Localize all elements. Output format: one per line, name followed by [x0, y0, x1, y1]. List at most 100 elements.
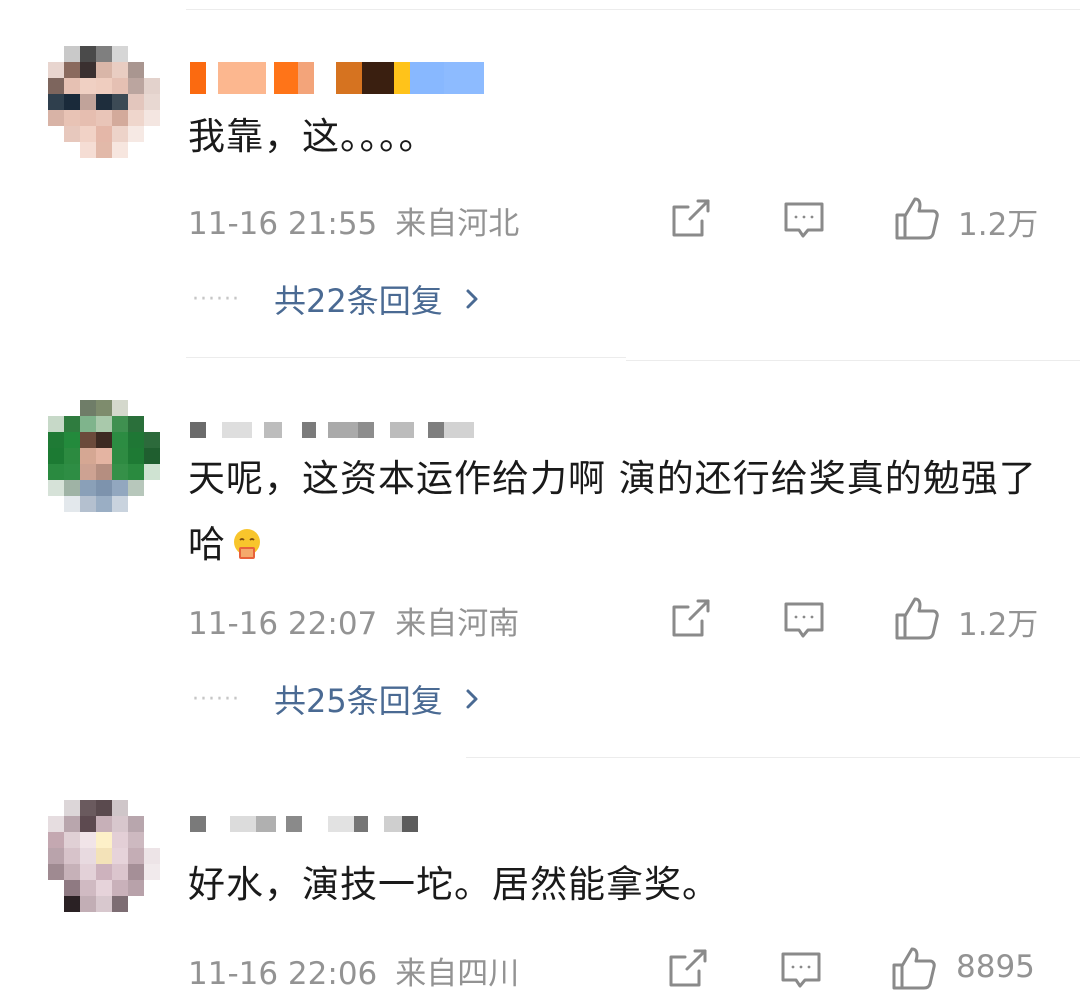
- avatar-pixel: [128, 142, 144, 158]
- avatar-pixel: [80, 864, 96, 880]
- comment-item: 天呢，这资本运作给力啊 演的还行给奖真的勉强了哈 11-16 22:07 来自河南…: [0, 358, 1080, 758]
- avatar-pixel: [144, 432, 160, 448]
- avatar-pixel: [64, 416, 80, 432]
- avatar-pixel: [96, 448, 112, 464]
- comment-text: 天呢，这资本运作给力啊 演的还行给奖真的勉强了哈: [188, 446, 1048, 578]
- avatar-pixel: [64, 832, 80, 848]
- avatar-pixel: [64, 448, 80, 464]
- share-icon[interactable]: [668, 197, 712, 241]
- username-pixel: [274, 62, 298, 94]
- avatar-pixel: [96, 832, 112, 848]
- avatar-pixel: [48, 448, 64, 464]
- username-redacted[interactable]: [190, 414, 474, 446]
- avatar-pixel: [48, 126, 64, 142]
- avatar-pixel: [144, 142, 160, 158]
- avatar-pixel: [80, 416, 96, 432]
- chevron-right-icon[interactable]: [463, 685, 481, 713]
- avatar-pixel: [64, 110, 80, 126]
- like-icon[interactable]: [890, 945, 938, 993]
- comment-meta: 11-16 22:07 来自河南: [188, 598, 519, 643]
- like-icon[interactable]: [893, 195, 941, 243]
- avatar-pixel: [144, 78, 160, 94]
- avatar-pixel: [128, 78, 144, 94]
- avatar-pixel: [144, 816, 160, 832]
- avatar-pixel: [48, 62, 64, 78]
- avatar-pixel: [64, 800, 80, 816]
- avatar-pixel: [112, 496, 128, 512]
- username-pixel: [218, 62, 266, 94]
- avatar-pixel: [64, 464, 80, 480]
- comment-meta: 11-16 22:06 来自四川: [188, 948, 519, 993]
- avatar-pixel: [144, 480, 160, 496]
- avatar-pixel: [144, 46, 160, 62]
- avatar-pixel: [80, 464, 96, 480]
- comment-text: 我靠，这。。。。: [188, 115, 437, 158]
- avatar-pixel: [112, 880, 128, 896]
- avatar-pixel: [96, 46, 112, 62]
- avatar[interactable]: [48, 400, 160, 512]
- reply-count-link[interactable]: 共25条回复: [274, 676, 443, 722]
- avatar-pixel: [80, 480, 96, 496]
- comment-icon[interactable]: [779, 948, 823, 992]
- avatar-pixel: [128, 864, 144, 880]
- share-icon[interactable]: [668, 597, 712, 641]
- username-redacted[interactable]: [190, 808, 418, 840]
- reply-count-link[interactable]: 共22条回复: [274, 276, 443, 322]
- avatar-pixel: [112, 62, 128, 78]
- username-pixel: [362, 62, 394, 94]
- avatar-pixel: [144, 848, 160, 864]
- username-pixel: [410, 62, 444, 94]
- view-replies[interactable]: ······ 共25条回复: [192, 676, 481, 722]
- avatar-pixel: [48, 78, 64, 94]
- avatar-pixel: [64, 896, 80, 912]
- avatar-pixel: [48, 94, 64, 110]
- like-icon[interactable]: [893, 595, 941, 643]
- comment-location: 来自河北: [395, 206, 520, 242]
- comment-location: 来自河南: [395, 606, 520, 642]
- avatar-pixel: [96, 62, 112, 78]
- username-pixel: [402, 816, 418, 832]
- avatar-pixel: [128, 448, 144, 464]
- avatar-pixel: [80, 848, 96, 864]
- username-pixel: [328, 816, 354, 832]
- avatar-pixel: [128, 480, 144, 496]
- avatar-pixel: [96, 896, 112, 912]
- avatar-pixel: [112, 400, 128, 416]
- username-pixel: [328, 422, 358, 438]
- avatar-pixel: [112, 432, 128, 448]
- avatar-pixel: [80, 880, 96, 896]
- comment-meta: 11-16 21:55 来自河北: [188, 198, 519, 243]
- avatar-pixel: [80, 432, 96, 448]
- avatar-pixel: [144, 496, 160, 512]
- comment-icon[interactable]: [782, 198, 826, 242]
- avatar-pixel: [96, 416, 112, 432]
- username-pixel: [256, 816, 276, 832]
- username-pixel: [384, 816, 402, 832]
- avatar-pixel: [96, 432, 112, 448]
- avatar-pixel: [48, 400, 64, 416]
- comment-icon[interactable]: [782, 598, 826, 642]
- avatar-pixel: [80, 62, 96, 78]
- view-replies[interactable]: ······ 共22条回复: [192, 276, 481, 322]
- avatar-pixel: [48, 464, 64, 480]
- avatar[interactable]: [48, 46, 160, 158]
- avatar-pixel: [96, 126, 112, 142]
- username-pixel: [390, 422, 414, 438]
- chevron-right-icon[interactable]: [463, 285, 481, 313]
- avatar-pixel: [144, 416, 160, 432]
- avatar-pixel: [128, 46, 144, 62]
- avatar-pixel: [112, 46, 128, 62]
- avatar-pixel: [128, 94, 144, 110]
- avatar-pixel: [96, 864, 112, 880]
- username-redacted[interactable]: [190, 62, 484, 94]
- comment-time: 11-16 22:06: [188, 956, 378, 992]
- avatar-pixel: [48, 800, 64, 816]
- avatar-pixel: [112, 864, 128, 880]
- share-icon[interactable]: [665, 947, 709, 991]
- avatar-pixel: [112, 896, 128, 912]
- avatar-pixel: [128, 62, 144, 78]
- avatar-pixel: [48, 864, 64, 880]
- avatar[interactable]: [48, 800, 160, 912]
- avatar-pixel: [112, 126, 128, 142]
- avatar-pixel: [128, 464, 144, 480]
